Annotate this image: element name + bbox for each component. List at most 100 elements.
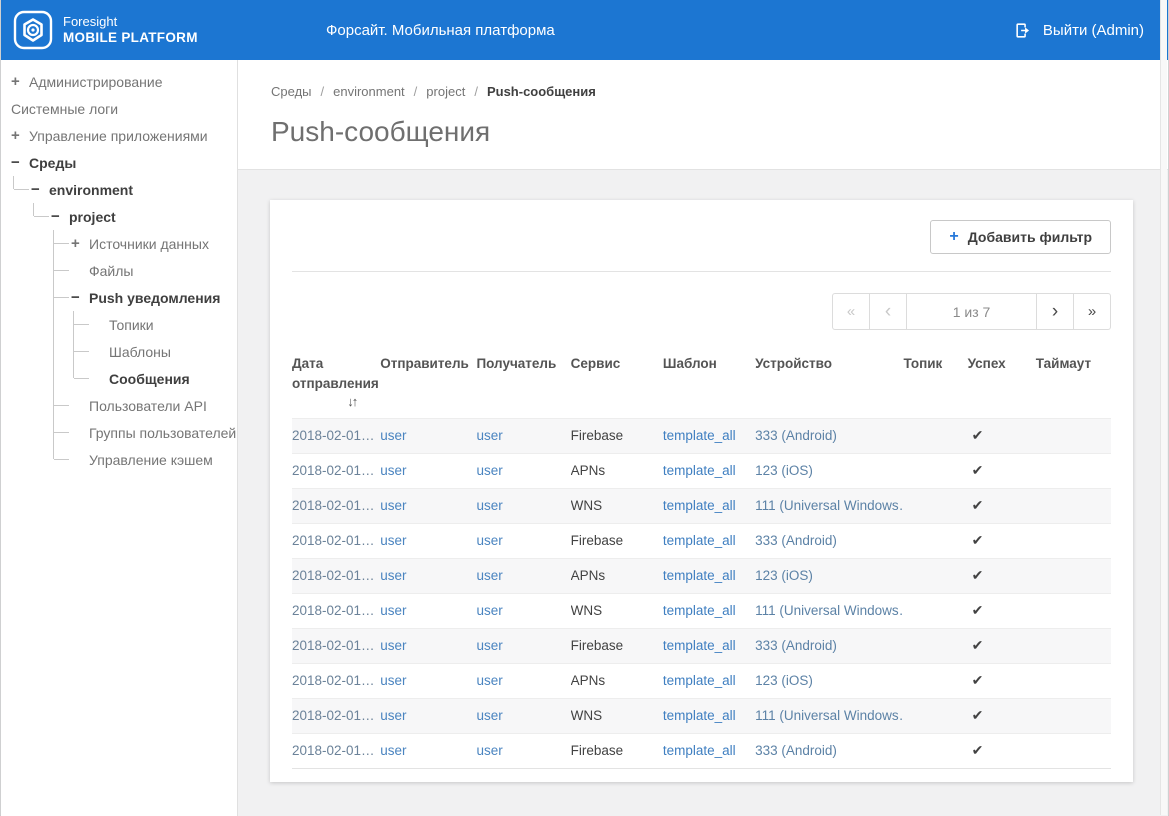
- recipient-link[interactable]: user: [476, 638, 502, 653]
- service-value: Firebase: [571, 428, 624, 443]
- template-link[interactable]: template_all: [663, 603, 736, 618]
- sidebar-item-2[interactable]: +Управление приложениями: [1, 122, 237, 149]
- device-link[interactable]: 111 (Universal Windows…: [755, 708, 903, 723]
- sidebar-item-10[interactable]: Шаблоны: [1, 338, 237, 365]
- sidebar-item-12[interactable]: Пользователи API: [1, 392, 237, 419]
- sort-icon[interactable]: ↓↑: [292, 393, 372, 412]
- sender-link[interactable]: user: [380, 673, 406, 688]
- logout-icon: [1014, 21, 1033, 40]
- recipient-link[interactable]: user: [476, 428, 502, 443]
- recipient-link[interactable]: user: [476, 533, 502, 548]
- date-link[interactable]: 2018-02-01…: [292, 498, 375, 513]
- sender-link[interactable]: user: [380, 428, 406, 443]
- date-link[interactable]: 2018-02-01…: [292, 603, 375, 618]
- sidebar-item-8[interactable]: −Push уведомления: [1, 284, 237, 311]
- date-link[interactable]: 2018-02-01…: [292, 568, 375, 583]
- template-link[interactable]: template_all: [663, 498, 736, 513]
- recipient-link[interactable]: user: [476, 743, 502, 758]
- device-link[interactable]: 333 (Android): [755, 638, 837, 653]
- column-header-label: Шаблон: [663, 356, 717, 371]
- first-page-button[interactable]: «: [832, 293, 870, 330]
- column-header[interactable]: Дата отправления↓↑: [292, 344, 380, 418]
- device-link[interactable]: 111 (Universal Windows…: [755, 498, 903, 513]
- recipient-link[interactable]: user: [476, 568, 502, 583]
- add-filter-button[interactable]: + Добавить фильтр: [930, 220, 1111, 254]
- template-link[interactable]: template_all: [663, 638, 736, 653]
- sidebar-item-5[interactable]: −project: [1, 203, 237, 230]
- template-link[interactable]: template_all: [663, 533, 736, 548]
- sidebar-item-4[interactable]: −environment: [1, 176, 237, 203]
- device-link[interactable]: 123 (iOS): [755, 568, 813, 583]
- sidebar-item-9[interactable]: Топики: [1, 311, 237, 338]
- device-link[interactable]: 333 (Android): [755, 533, 837, 548]
- breadcrumb-link[interactable]: Среды: [271, 84, 312, 99]
- sender-link[interactable]: user: [380, 708, 406, 723]
- date-link[interactable]: 2018-02-01…: [292, 533, 375, 548]
- sidebar-item-1[interactable]: Системные логи: [1, 95, 237, 122]
- sidebar-item-label: project: [69, 209, 116, 225]
- next-page-button[interactable]: ›: [1036, 293, 1074, 330]
- app-logo[interactable]: Foresight MOBILE PLATFORM: [13, 10, 198, 50]
- date-link[interactable]: 2018-02-01…: [292, 743, 375, 758]
- device-link[interactable]: 333 (Android): [755, 428, 837, 443]
- vertical-scrollbar[interactable]: [1160, 0, 1167, 815]
- minus-icon[interactable]: −: [31, 182, 49, 197]
- recipient-link[interactable]: user: [476, 463, 502, 478]
- sender-link[interactable]: user: [380, 568, 406, 583]
- sidebar-item-0[interactable]: +Администрирование: [1, 68, 237, 95]
- plus-icon[interactable]: +: [11, 128, 29, 143]
- minus-icon[interactable]: −: [51, 209, 69, 224]
- template-link[interactable]: template_all: [663, 428, 736, 443]
- sidebar-item-13[interactable]: Группы пользователей: [1, 419, 237, 446]
- sender-link[interactable]: user: [380, 498, 406, 513]
- date-link[interactable]: 2018-02-01…: [292, 673, 375, 688]
- date-link[interactable]: 2018-02-01…: [292, 638, 375, 653]
- date-link: 2018-02-01…: [292, 418, 380, 453]
- breadcrumb-link[interactable]: project: [426, 84, 465, 99]
- plus-icon[interactable]: +: [11, 74, 29, 89]
- sidebar-item-7[interactable]: Файлы: [1, 257, 237, 284]
- column-header-label: Получатель: [476, 356, 556, 371]
- device-link[interactable]: 123 (iOS): [755, 673, 813, 688]
- column-header-label: Устройство: [755, 356, 832, 371]
- sender-link[interactable]: user: [380, 603, 406, 618]
- template-link[interactable]: template_all: [663, 463, 736, 478]
- logout-button[interactable]: Выйти (Admin): [1014, 21, 1144, 40]
- sender-link[interactable]: user: [380, 743, 406, 758]
- device-link[interactable]: 111 (Universal Windows…: [755, 603, 903, 618]
- sidebar-item-14[interactable]: Управление кэшем: [1, 446, 237, 473]
- table-row: 2018-02-01…useruserFirebasetemplate_all3…: [292, 628, 1111, 663]
- sidebar-item-label: Управление приложениями: [29, 128, 208, 144]
- recipient-link[interactable]: user: [476, 708, 502, 723]
- date-link[interactable]: 2018-02-01…: [292, 428, 375, 443]
- recipient-link[interactable]: user: [476, 498, 502, 513]
- sender-link[interactable]: user: [380, 533, 406, 548]
- sender-link[interactable]: user: [380, 463, 406, 478]
- date-link[interactable]: 2018-02-01…: [292, 463, 375, 478]
- sender-link[interactable]: user: [380, 638, 406, 653]
- device-link[interactable]: 333 (Android): [755, 743, 837, 758]
- minus-icon[interactable]: −: [71, 290, 89, 305]
- minus-icon[interactable]: −: [11, 155, 29, 170]
- recipient-link[interactable]: user: [476, 603, 502, 618]
- page-indicator: 1 из 7: [906, 293, 1037, 330]
- tree-spacer: [11, 338, 31, 365]
- template-link[interactable]: template_all: [663, 673, 736, 688]
- date-link[interactable]: 2018-02-01…: [292, 708, 375, 723]
- prev-page-button[interactable]: ‹: [869, 293, 907, 330]
- sidebar-item-11[interactable]: Сообщения: [1, 365, 237, 392]
- sender-link: user: [380, 663, 476, 698]
- timeout-value: [1036, 628, 1111, 663]
- sidebar-item-label: Среды: [29, 155, 76, 171]
- template-link[interactable]: template_all: [663, 743, 736, 758]
- recipient-link[interactable]: user: [476, 673, 502, 688]
- template-link[interactable]: template_all: [663, 708, 736, 723]
- last-page-button[interactable]: »: [1073, 293, 1111, 330]
- sidebar-item-6[interactable]: +Источники данных: [1, 230, 237, 257]
- breadcrumb-link[interactable]: environment: [333, 84, 405, 99]
- device-link: 123 (iOS): [755, 558, 903, 593]
- plus-icon[interactable]: +: [71, 236, 89, 251]
- device-link[interactable]: 123 (iOS): [755, 463, 813, 478]
- template-link[interactable]: template_all: [663, 568, 736, 583]
- sidebar-item-3[interactable]: −Среды: [1, 149, 237, 176]
